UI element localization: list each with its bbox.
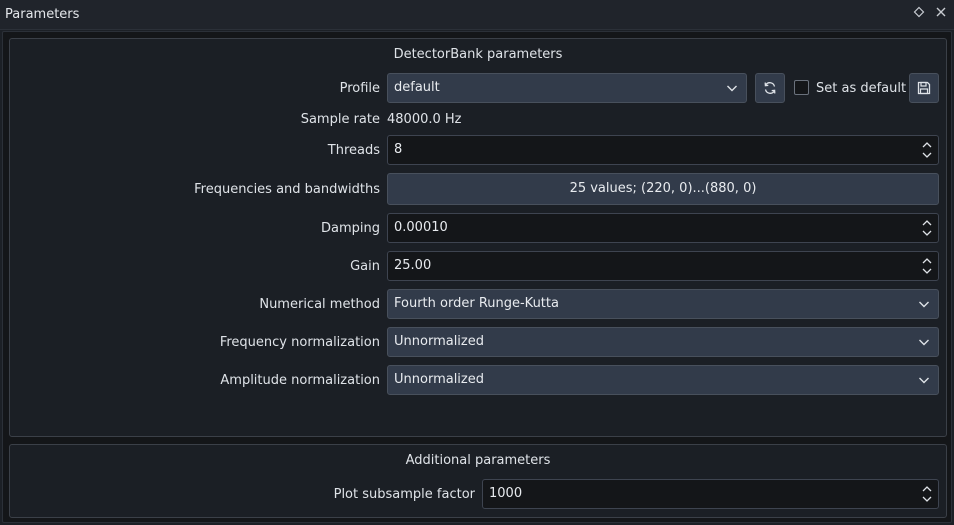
- reload-profile-button[interactable]: [755, 73, 785, 103]
- chevron-down-icon: [727, 85, 737, 92]
- spin-arrows-icon[interactable]: [921, 483, 933, 505]
- numerical-method-label: Numerical method: [259, 297, 380, 312]
- threads-label: Threads: [327, 143, 380, 158]
- plot-subsample-spinbox[interactable]: 1000: [482, 479, 939, 509]
- numerical-method-value: Fourth order Runge-Kutta: [394, 296, 559, 311]
- close-icon[interactable]: [934, 6, 948, 20]
- profile-select[interactable]: default: [387, 73, 747, 103]
- additional-parameters-group-title: Additional parameters: [405, 453, 551, 468]
- sample-rate-label: Sample rate: [300, 112, 380, 127]
- damping-value: 0.00010: [394, 220, 448, 235]
- gain-value: 25.00: [394, 258, 432, 273]
- refresh-icon: [764, 82, 776, 94]
- amplitude-normalization-label: Amplitude normalization: [220, 373, 380, 388]
- numerical-method-select[interactable]: Fourth order Runge-Kutta: [387, 289, 939, 319]
- frequencies-bandwidths-label: Frequencies and bandwidths: [194, 182, 380, 197]
- spin-arrows-icon[interactable]: [921, 217, 933, 239]
- sample-rate-value: 48000.0 Hz: [387, 112, 462, 127]
- chevron-down-icon: [919, 377, 929, 384]
- damping-label: Damping: [321, 221, 380, 236]
- frequency-normalization-value: Unnormalized: [394, 334, 484, 349]
- plot-subsample-value: 1000: [489, 486, 523, 501]
- amplitude-normalization-select[interactable]: Unnormalized: [387, 365, 939, 395]
- gain-spinbox[interactable]: 25.00: [387, 251, 939, 281]
- profile-label: Profile: [339, 81, 380, 96]
- amplitude-normalization-value: Unnormalized: [394, 372, 484, 387]
- frequency-normalization-select[interactable]: Unnormalized: [387, 327, 939, 357]
- window-title: Parameters: [5, 7, 80, 22]
- float-diamond-icon[interactable]: [912, 6, 926, 20]
- threads-spinbox[interactable]: 8: [387, 135, 939, 165]
- parameters-window: Parameters DetectorBank parameters Profi…: [0, 0, 954, 525]
- gain-label: Gain: [350, 259, 380, 274]
- save-profile-button[interactable]: [909, 73, 939, 103]
- set-as-default-checkbox[interactable]: [794, 80, 809, 95]
- save-icon: [917, 81, 931, 95]
- profile-value: default: [394, 80, 440, 95]
- damping-spinbox[interactable]: 0.00010: [387, 213, 939, 243]
- frequencies-bandwidths-button[interactable]: 25 values; (220, 0)...(880, 0): [387, 173, 939, 205]
- frequency-normalization-label: Frequency normalization: [219, 335, 380, 350]
- set-as-default-label[interactable]: Set as default: [816, 81, 906, 96]
- spin-arrows-icon[interactable]: [921, 139, 933, 161]
- chevron-down-icon: [919, 301, 929, 308]
- threads-value: 8: [394, 142, 403, 157]
- title-bar[interactable]: Parameters: [0, 0, 954, 30]
- detectorbank-group-title: DetectorBank parameters: [393, 47, 563, 62]
- plot-subsample-label: Plot subsample factor: [333, 487, 475, 502]
- spin-arrows-icon[interactable]: [921, 255, 933, 277]
- chevron-down-icon: [919, 339, 929, 346]
